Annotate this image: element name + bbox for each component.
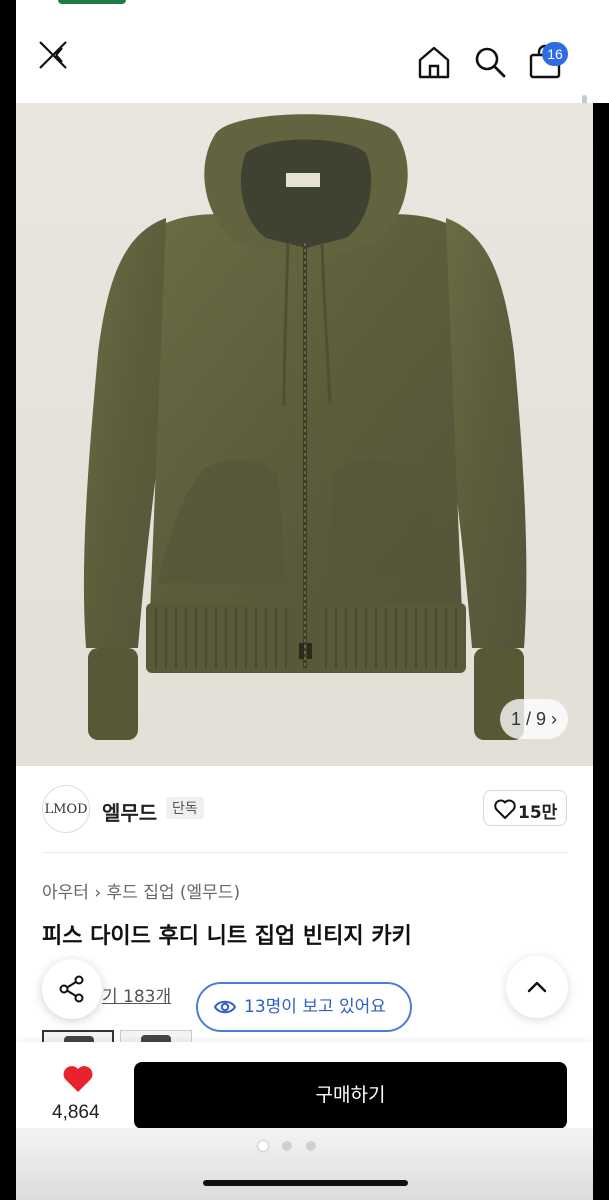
divider (42, 852, 567, 853)
breadcrumb: 아우터 › 후드 집업 (엘무드) (42, 878, 240, 903)
share-icon (59, 975, 84, 1003)
close-icon (39, 41, 67, 69)
brand-logo[interactable]: LMOD (42, 785, 90, 833)
search-button[interactable] (472, 44, 508, 80)
status-indicator (58, 0, 126, 4)
option-thumbnails (42, 1030, 202, 1044)
like-count: 4,864 (52, 1102, 100, 1123)
close-button[interactable] (36, 38, 72, 74)
home-icon (418, 46, 450, 79)
heart-filled-icon (63, 1066, 93, 1092)
buy-button[interactable]: 구매하기 (134, 1062, 567, 1129)
breadcrumb-subcategory[interactable]: 후드 집업 (엘무드) (107, 883, 241, 903)
scroll-top-button[interactable] (506, 956, 568, 1018)
page-dot[interactable] (282, 1141, 292, 1151)
breadcrumb-category[interactable]: 아우터 (42, 883, 89, 903)
brand-name[interactable]: 엘무드 (102, 797, 157, 826)
page-dot[interactable] (258, 1141, 268, 1151)
chevron-right-icon: › (94, 883, 107, 903)
product-image (16, 103, 593, 766)
exclusive-badge: 단독 (166, 797, 204, 819)
search-icon (475, 47, 506, 78)
page-dots (258, 1136, 330, 1155)
image-counter-text: 1 / 9 (510, 709, 546, 729)
brand-like-button[interactable]: 15만 (483, 790, 567, 826)
share-button[interactable] (42, 959, 102, 1019)
app-header: 16 (16, 18, 593, 103)
heart-outline-icon (494, 799, 516, 819)
page-dot[interactable] (306, 1141, 316, 1151)
home-button[interactable] (416, 44, 452, 80)
chevron-up-icon (527, 981, 547, 993)
viewers-text: 13명이 보고 있어요 (244, 997, 386, 1017)
home-indicator[interactable] (203, 1180, 408, 1186)
viewers-pill: 13명이 보고 있어요 (196, 982, 412, 1032)
chevron-right-icon: › (551, 709, 558, 729)
eye-icon (214, 1000, 236, 1014)
review-link[interactable]: 기 183개 (102, 982, 171, 1007)
screen: { "header": { "close_icon": "close-icon"… (0, 0, 609, 1200)
product-image-carousel[interactable]: 1 / 9 › (16, 103, 593, 766)
product-title: 피스 다이드 후디 니트 집업 빈티지 카키 (42, 924, 412, 949)
like-button[interactable] (62, 1064, 94, 1098)
left-edge (0, 0, 16, 1200)
image-counter[interactable]: 1 / 9 › (500, 699, 568, 739)
cart-count-badge: 16 (542, 42, 568, 66)
brand-like-count: 15만 (518, 803, 558, 823)
